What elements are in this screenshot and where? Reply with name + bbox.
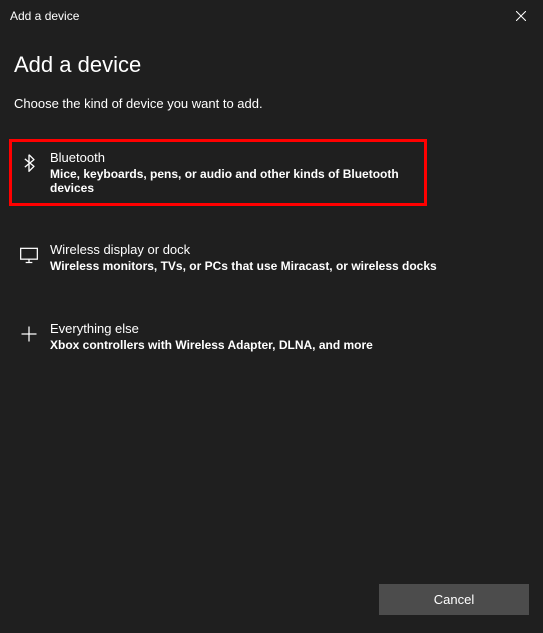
bluetooth-icon bbox=[18, 152, 40, 174]
titlebar: Add a device bbox=[0, 0, 543, 32]
monitor-icon bbox=[18, 244, 40, 266]
close-icon bbox=[516, 11, 526, 21]
plus-icon bbox=[18, 323, 40, 345]
page-subtitle: Choose the kind of device you want to ad… bbox=[12, 96, 531, 111]
close-button[interactable] bbox=[499, 0, 543, 32]
page-heading: Add a device bbox=[12, 52, 531, 78]
option-wireless-display[interactable]: Wireless display or dock Wireless monito… bbox=[12, 232, 531, 283]
dialog-footer: Cancel bbox=[379, 584, 529, 615]
option-bluetooth[interactable]: Bluetooth Mice, keyboards, pens, or audi… bbox=[9, 139, 427, 206]
cancel-button[interactable]: Cancel bbox=[379, 584, 529, 615]
option-title: Everything else bbox=[50, 321, 525, 336]
option-description: Mice, keyboards, pens, or audio and othe… bbox=[50, 167, 418, 195]
option-text: Bluetooth Mice, keyboards, pens, or audi… bbox=[50, 150, 418, 195]
option-description: Wireless monitors, TVs, or PCs that use … bbox=[50, 259, 525, 273]
dialog-content: Add a device Choose the kind of device y… bbox=[0, 32, 543, 362]
option-title: Wireless display or dock bbox=[50, 242, 525, 257]
option-everything-else[interactable]: Everything else Xbox controllers with Wi… bbox=[12, 311, 531, 362]
option-text: Wireless display or dock Wireless monito… bbox=[50, 242, 525, 273]
option-text: Everything else Xbox controllers with Wi… bbox=[50, 321, 525, 352]
option-description: Xbox controllers with Wireless Adapter, … bbox=[50, 338, 525, 352]
option-title: Bluetooth bbox=[50, 150, 418, 165]
window-title: Add a device bbox=[10, 9, 79, 23]
